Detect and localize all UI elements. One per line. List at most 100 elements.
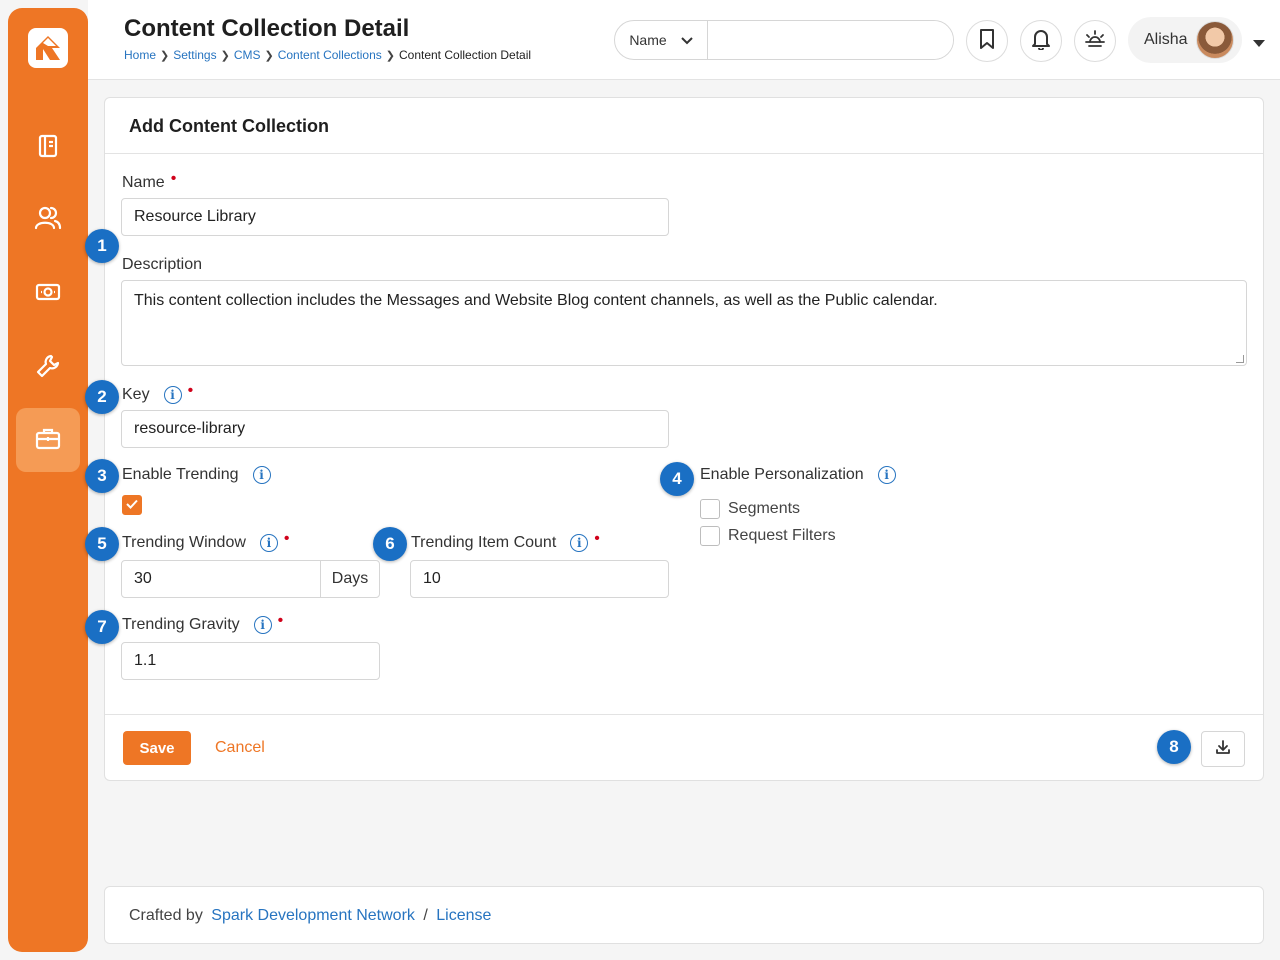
sidebar-item-finance[interactable] [16,262,80,326]
card-title: Add Content Collection [129,116,329,136]
spark-link[interactable]: Spark Development Network [211,907,415,924]
callout-badge-4: 4 [660,462,694,496]
header: Content Collection Detail Home ❯ Setting… [88,0,1280,80]
chevron-right-icon: ❯ [160,49,170,62]
enable-trending-label-row: Enable Trending i [122,466,271,484]
description-textarea[interactable]: This content collection includes the Mes… [121,280,1247,366]
breadcrumb-cms[interactable]: CMS [234,48,261,62]
key-input[interactable] [121,410,669,448]
required-indicator: • [283,530,290,547]
required-indicator: • [170,170,177,187]
segments-label[interactable]: Segments [728,500,800,518]
sidebar-item-tools[interactable] [16,336,80,400]
logo-icon[interactable] [28,28,68,68]
footer-separator: / [423,907,428,924]
trending-item-count-label-row: Trending Item Count i • [411,530,600,552]
save-button[interactable]: Save [123,731,191,765]
footer-prefix: Crafted by [129,907,203,924]
info-icon[interactable]: i [877,466,896,484]
description-label-row: Description [122,256,202,274]
bookmark-button[interactable] [966,20,1008,62]
callout-badge-6: 6 [373,527,407,561]
trending-gravity-label: Trending Gravity [122,616,240,633]
enable-personalization-label-row: Enable Personalization i [700,466,896,484]
trending-item-count-label: Trending Item Count [411,534,557,551]
description-label: Description [122,256,203,273]
cancel-button[interactable]: Cancel [215,739,265,757]
sidebar-item-people[interactable] [16,188,80,252]
request-filters-checkbox[interactable] [700,526,720,546]
license-link[interactable]: License [436,907,491,924]
key-label-row: Key i • [122,382,193,404]
required-indicator: • [187,382,194,399]
chevron-right-icon: ❯ [220,49,230,62]
divider [105,153,1263,154]
bookmark-icon [978,28,996,55]
callout-badge-1: 1 [85,229,119,263]
people-icon [34,204,62,237]
enable-trending-checkbox[interactable] [122,495,142,515]
callout-badge-7: 7 [85,610,119,644]
enable-personalization-label: Enable Personalization [700,466,864,483]
trending-gravity-label-row: Trending Gravity i • [122,612,283,634]
name-input[interactable] [121,198,669,236]
download-icon [1215,739,1231,760]
info-icon[interactable]: i [163,386,182,404]
name-label-row: Name • [122,170,176,192]
money-icon [34,278,62,311]
notebook-icon [35,133,61,164]
trending-window-label-row: Trending Window i • [122,530,290,552]
trending-window-label: Trending Window [122,534,246,551]
breadcrumb: Home ❯ Settings ❯ CMS ❯ Content Collecti… [124,48,531,62]
caret-down-icon [680,32,693,48]
breadcrumb-content-collections[interactable]: Content Collections [278,48,382,62]
user-name: Alisha [1144,31,1188,48]
checkmark-icon [126,496,138,514]
breadcrumb-current: Content Collection Detail [398,48,532,62]
search-bar: Name [614,20,954,60]
info-icon[interactable]: i [259,534,278,552]
theme-button[interactable] [1074,20,1116,62]
bell-icon [1031,28,1051,55]
breadcrumb-settings[interactable]: Settings [173,48,216,62]
description-wrapper: This content collection includes the Mes… [121,280,1247,366]
required-indicator: • [277,612,284,629]
avatar [1195,21,1234,59]
sidebar [8,8,88,952]
briefcase-icon [34,424,62,457]
info-icon[interactable]: i [252,466,271,484]
enable-trending-label: Enable Trending [122,466,239,483]
sidebar-item-notebook[interactable] [16,116,80,180]
trending-item-count-input[interactable] [410,560,669,598]
name-label: Name [122,174,165,191]
required-indicator: • [594,530,600,547]
breadcrumb-home[interactable]: Home [124,48,156,62]
info-icon[interactable]: i [570,534,589,552]
key-label: Key [122,386,150,403]
content-collection-card: Add Content Collection Name • Descriptio… [104,97,1264,781]
page-title: Content Collection Detail [124,15,410,42]
search-type-label: Name [629,32,667,48]
search-input[interactable] [708,21,953,59]
wrench-icon [34,352,62,385]
user-menu[interactable]: Alisha [1128,17,1242,63]
download-button[interactable] [1201,731,1245,767]
caret-down-icon[interactable] [1252,35,1266,53]
callout-badge-8: 8 [1157,730,1191,764]
sidebar-item-admin[interactable] [16,408,80,472]
request-filters-label[interactable]: Request Filters [728,527,836,545]
resize-handle[interactable] [1236,355,1244,363]
notifications-button[interactable] [1020,20,1062,62]
callout-badge-3: 3 [85,459,119,493]
callout-badge-5: 5 [85,527,119,561]
trending-gravity-input[interactable] [121,642,380,680]
divider [105,714,1263,715]
info-icon[interactable]: i [253,616,272,634]
chevron-right-icon: ❯ [264,49,274,62]
callout-badge-2: 2 [85,380,119,414]
page-footer: Crafted by Spark Development Network / L… [104,886,1264,944]
search-type-select[interactable]: Name [615,21,708,59]
segments-checkbox[interactable] [700,499,720,519]
trending-window-unit: Days [320,560,380,598]
trending-window-input[interactable] [121,560,321,598]
